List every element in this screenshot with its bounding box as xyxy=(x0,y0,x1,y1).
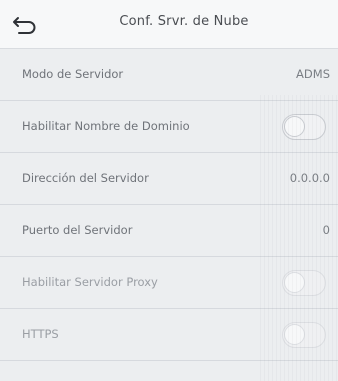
server-mode-label: Modo de Servidor xyxy=(22,67,124,81)
server-mode-value: ADMS xyxy=(296,67,330,81)
server-address-label: Dirección del Servidor xyxy=(22,171,149,185)
cloud-server-settings-screen: Conf. Srvr. de Nube Modo de Servidor ADM… xyxy=(0,0,338,381)
server-port-row[interactable]: Puerto del Servidor 0 xyxy=(0,205,338,257)
toggle-knob xyxy=(284,116,305,137)
server-mode-row[interactable]: Modo de Servidor ADMS xyxy=(0,49,338,101)
settings-list: Modo de Servidor ADMS Habilitar Nombre d… xyxy=(0,49,338,361)
page-title: Conf. Srvr. de Nube xyxy=(119,14,249,29)
https-toggle[interactable] xyxy=(282,322,326,348)
back-arrow-icon[interactable] xyxy=(12,13,40,35)
enable-proxy-server-label: Habilitar Servidor Proxy xyxy=(22,275,158,289)
header-bar: Conf. Srvr. de Nube xyxy=(0,0,338,49)
enable-proxy-server-toggle[interactable] xyxy=(282,270,326,296)
server-port-label: Puerto del Servidor xyxy=(22,223,133,237)
server-address-row[interactable]: Dirección del Servidor 0.0.0.0 xyxy=(0,153,338,205)
server-port-value: 0 xyxy=(322,223,330,237)
enable-proxy-server-row[interactable]: Habilitar Servidor Proxy xyxy=(0,257,338,309)
server-address-value: 0.0.0.0 xyxy=(289,171,330,185)
enable-domain-name-toggle[interactable] xyxy=(282,114,326,140)
toggle-knob xyxy=(284,324,305,345)
enable-domain-name-row[interactable]: Habilitar Nombre de Dominio xyxy=(0,101,338,153)
toggle-knob xyxy=(284,272,305,293)
https-label: HTTPS xyxy=(22,327,59,341)
enable-domain-name-label: Habilitar Nombre de Dominio xyxy=(22,119,190,133)
https-row[interactable]: HTTPS xyxy=(0,309,338,361)
